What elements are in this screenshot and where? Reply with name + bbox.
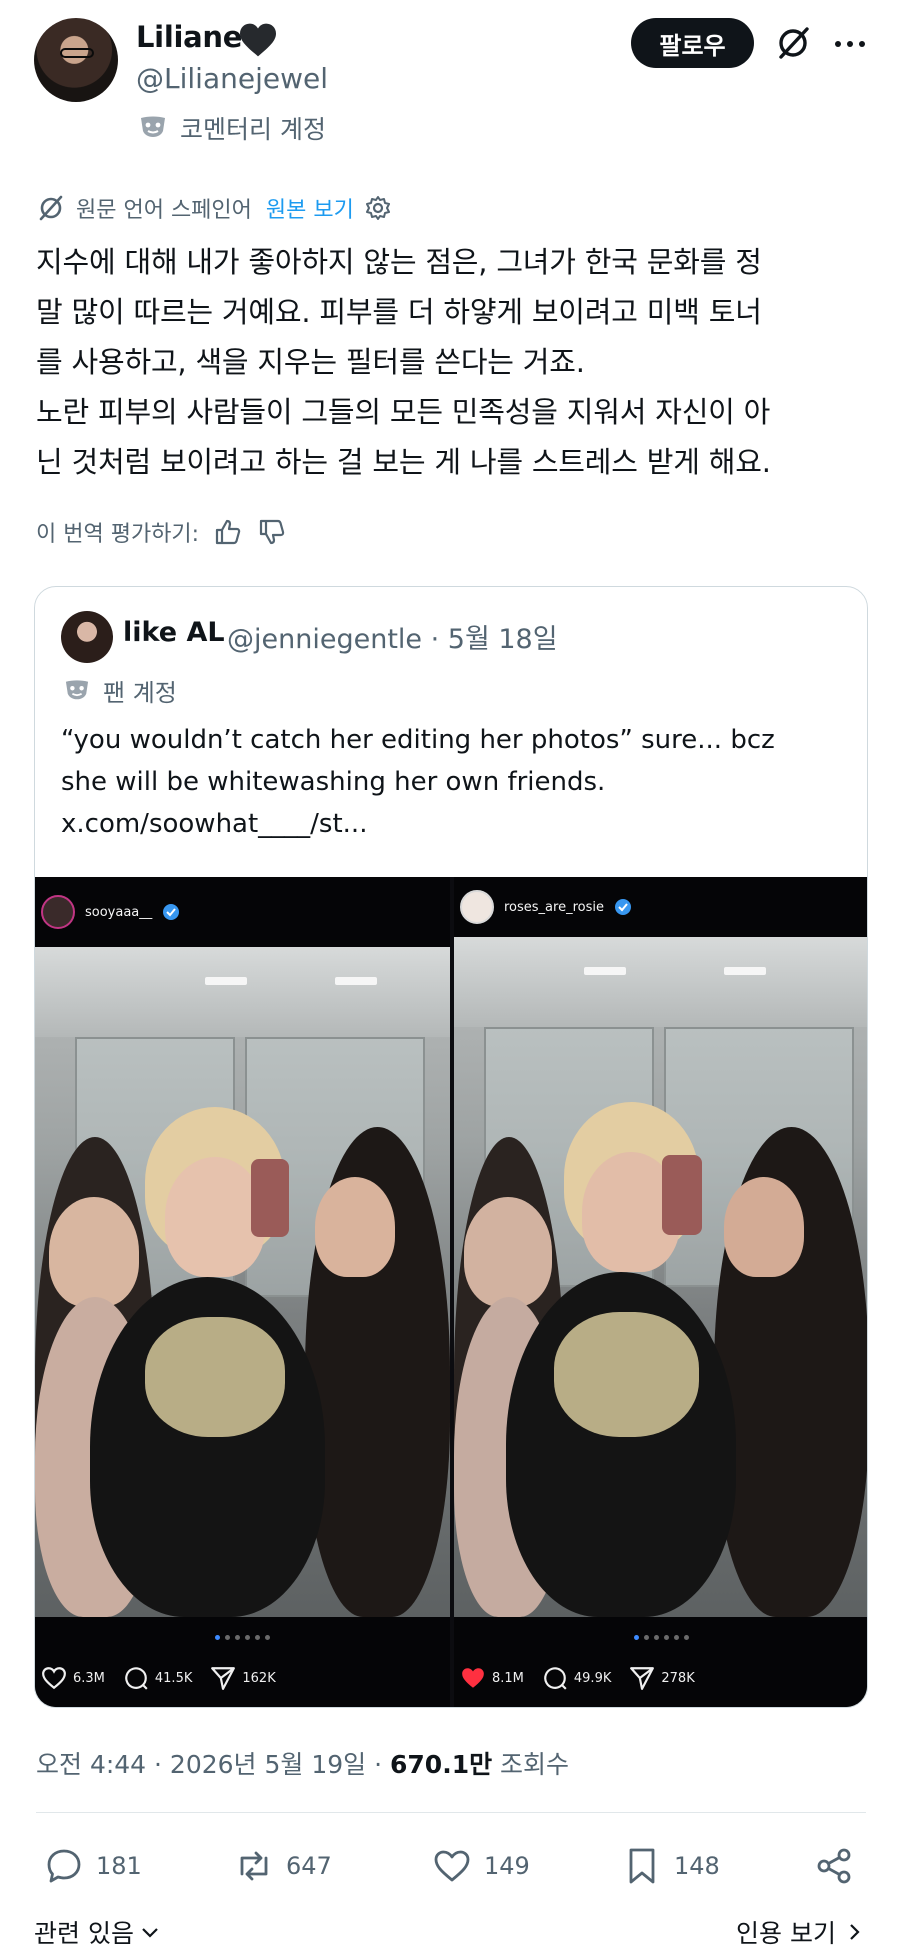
rate-translation-label: 이 번역 평가하기: [36, 522, 200, 547]
quoted-author-name[interactable]: like AL [123, 617, 225, 648]
rate-translation-row: 이 번역 평가하기: [36, 516, 287, 548]
thumbs-down-icon[interactable] [257, 517, 287, 547]
chevron-down-icon [142, 1928, 158, 1938]
instagram-header: roses_are_rosie [454, 877, 867, 937]
translation-bar: 원문 언어 스페인어 원본 보기 [36, 192, 392, 224]
heart-filled-icon [462, 1668, 484, 1688]
quoted-post-text: “you wouldn’t catch her editing her phot… [61, 719, 851, 845]
view-original-link[interactable]: 원본 보기 [266, 192, 354, 224]
account-type-label: 코멘터리 계정 [138, 110, 326, 146]
translate-icon [39, 195, 63, 221]
post-text: 지수에 대해 내가 좋아하지 않는 점은, 그녀가 한국 문화를 정 말 많이 … [36, 237, 866, 487]
verified-badge-icon [163, 904, 180, 920]
quoted-text-line: she will be whitewashing her own friends… [61, 767, 606, 797]
quoted-text-line[interactable]: x.com/soowhat____/st... [61, 803, 851, 845]
bookmark-button[interactable]: 148 [622, 1846, 720, 1886]
author-display-name[interactable]: Liliane [136, 20, 242, 54]
related-label: 관련 있음 [34, 1919, 134, 1948]
instagram-footer: 6.3M 41.5K 162K [35, 1617, 450, 1707]
quoted-author-handle-date[interactable]: @jenniegentle · 5월 18일 [227, 617, 558, 656]
heart-outline-icon [42, 1667, 66, 1690]
slashed-circle-icon[interactable] [772, 22, 814, 64]
instagram-username: sooyaaa__ [85, 904, 153, 920]
share-icon [211, 1667, 236, 1690]
instagram-username: roses_are_rosie [504, 899, 604, 915]
share-button[interactable] [814, 1846, 854, 1886]
reply-icon [47, 1849, 81, 1883]
gear-icon[interactable] [364, 194, 392, 222]
related-dropdown[interactable]: 관련 있음 [34, 1914, 160, 1950]
instagram-header: sooyaaa__ [35, 877, 450, 947]
source-language-label: 원문 언어 스페인어 [76, 198, 252, 223]
view-quotes-label: 인용 보기 [736, 1919, 836, 1948]
share-icon [630, 1667, 655, 1690]
repost-count: 647 [286, 1852, 332, 1880]
repost-button[interactable]: 647 [234, 1846, 332, 1886]
thumbs-up-icon[interactable] [213, 517, 243, 547]
quoted-account-type: 팬 계정 [63, 673, 177, 708]
post-text-line: 노란 피부의 사람들이 그들의 모든 민족성을 지워서 자신이 아 [36, 395, 771, 429]
action-bar: 181 647 149 148 [44, 1846, 866, 1892]
account-type-text: 코멘터리 계정 [180, 115, 326, 144]
carousel-dots [454, 1635, 867, 1640]
quoted-media[interactable]: sooyaaa__ 6.3M 41.5K 162K roses_are_rosi… [35, 877, 867, 1707]
reply-button[interactable]: 181 [44, 1846, 142, 1886]
follow-button[interactable]: 팔로우 [631, 18, 754, 68]
post-timestamp[interactable]: 오전 4:44 · 2026년 5월 19일 · [36, 1750, 390, 1779]
comment-icon [125, 1667, 148, 1690]
instagram-shares: 278K [661, 1670, 695, 1686]
group-photo [454, 937, 867, 1617]
instagram-avatar [460, 890, 494, 924]
post-text-line: 닌 것처럼 보이려고 하는 걸 보는 게 나를 스트레스 받게 해요. [36, 445, 771, 479]
carousel-dots [35, 1635, 450, 1640]
quoted-account-type-text: 팬 계정 [103, 679, 177, 707]
instagram-footer: 8.1M 49.9K 278K [454, 1617, 867, 1707]
like-button[interactable]: 149 [432, 1846, 530, 1886]
post-meta: 오전 4:44 · 2026년 5월 19일 · 670.1만 조회수 [36, 1745, 569, 1781]
black-heart-icon [240, 23, 276, 57]
heart-icon [434, 1850, 470, 1882]
instagram-screenshot-right[interactable]: roses_are_rosie 8.1M 49.9K 278K [454, 877, 867, 1707]
instagram-shares: 162K [242, 1670, 276, 1686]
instagram-metrics: 8.1M 49.9K 278K [460, 1665, 703, 1691]
post-text-line: 를 사용하고, 색을 지우는 필터를 쓴다는 거죠. [36, 345, 585, 379]
theater-mask-icon [141, 116, 165, 137]
share-icon [817, 1848, 851, 1884]
instagram-avatar [41, 895, 75, 929]
theater-mask-icon [65, 679, 89, 699]
chevron-right-icon [850, 1924, 860, 1940]
bookmark-icon [629, 1848, 655, 1884]
quoted-post[interactable]: like AL @jenniegentle · 5월 18일 팬 계정 “you… [34, 586, 868, 1708]
instagram-screenshot-left[interactable]: sooyaaa__ 6.3M 41.5K 162K [35, 877, 450, 1707]
divider [36, 1812, 866, 1813]
view-count: 670.1만 [390, 1750, 493, 1779]
view-quotes-link[interactable]: 인용 보기 [736, 1914, 864, 1950]
instagram-likes: 8.1M [492, 1670, 524, 1686]
view-label: 조회수 [492, 1750, 570, 1779]
repost-icon [240, 1851, 268, 1881]
group-photo [35, 947, 450, 1617]
comment-icon [544, 1667, 567, 1690]
instagram-metrics: 6.3M 41.5K 162K [41, 1665, 284, 1691]
author-avatar[interactable] [34, 18, 118, 102]
instagram-comments: 49.9K [573, 1670, 612, 1686]
author-handle[interactable]: @Lilianejewel [136, 62, 328, 95]
post-text-line: 지수에 대해 내가 좋아하지 않는 점은, 그녀가 한국 문화를 정 [36, 245, 762, 279]
verified-badge-icon [614, 899, 631, 915]
bookmark-count: 148 [674, 1852, 720, 1880]
like-count: 149 [484, 1852, 530, 1880]
post-text-line: 말 많이 따르는 거예요. 피부를 더 하얗게 보이려고 미백 토너 [36, 295, 762, 329]
quoted-author-avatar[interactable] [61, 611, 113, 663]
instagram-comments: 41.5K [154, 1670, 193, 1686]
post-header: Liliane @Lilianejewel 코멘터리 계정 팔로우 [0, 0, 900, 170]
reply-count: 181 [96, 1852, 142, 1880]
more-icon[interactable] [830, 26, 870, 62]
quoted-text-line: “you wouldn’t catch her editing her phot… [61, 725, 775, 755]
instagram-likes: 6.3M [73, 1670, 105, 1686]
